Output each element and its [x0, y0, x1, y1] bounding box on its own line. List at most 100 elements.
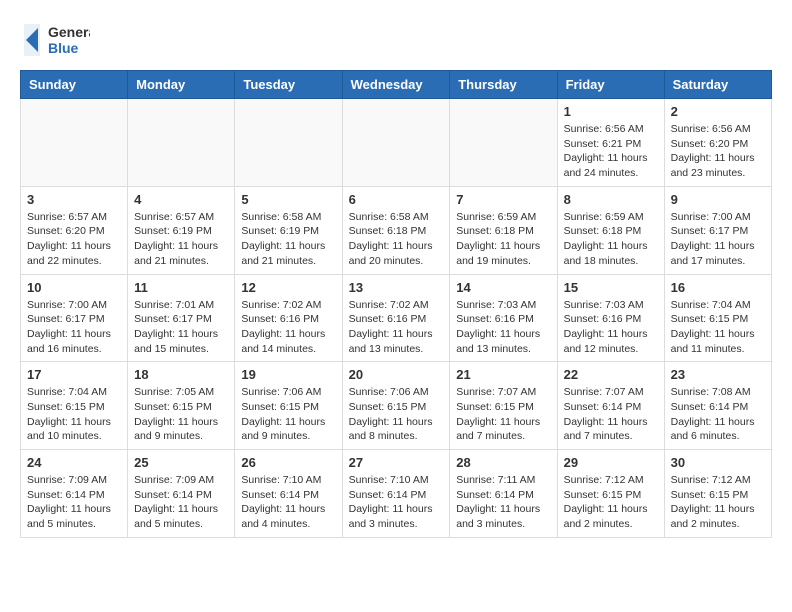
day-info: Sunrise: 7:11 AMSunset: 6:14 PMDaylight:… [456, 473, 550, 532]
calendar-cell: 12 Sunrise: 7:02 AMSunset: 6:16 PMDayligh… [235, 274, 342, 362]
calendar-cell: 13Sunrise: 7:02 AMSunset: 6:16 PMDayligh… [342, 274, 450, 362]
week-row-4: 17 Sunrise: 7:04 AMSunset: 6:15 PMDayligh… [21, 362, 772, 450]
day-info: Sunrise: 6:59 AMSunset: 6:18 PMDaylight:… [456, 210, 550, 269]
col-header-wednesday: Wednesday [342, 71, 450, 99]
calendar-cell: 5Sunrise: 6:58 AMSunset: 6:19 PMDaylight… [235, 186, 342, 274]
calendar-cell: 15Sunrise: 7:03 AMSunset: 6:16 PMDayligh… [557, 274, 664, 362]
day-info: Sunrise: 7:05 AMSunset: 6:15 PMDaylight:… [134, 385, 228, 444]
col-header-thursday: Thursday [450, 71, 557, 99]
day-number: 7 [456, 192, 550, 207]
day-number: 9 [671, 192, 765, 207]
day-info: Sunrise: 7:04 AMSunset: 6:15 PMDaylight:… [27, 385, 121, 444]
day-info: Sunrise: 6:58 AMSunset: 6:18 PMDaylight:… [349, 210, 444, 269]
calendar-cell: 20 Sunrise: 7:06 AMSunset: 6:15 PMDayligh… [342, 362, 450, 450]
day-number: 17 [27, 367, 121, 382]
calendar-header-row: SundayMondayTuesdayWednesdayThursdayFrid… [21, 71, 772, 99]
day-info: Sunrise: 6:56 AMSunset: 6:21 PMDaylight:… [564, 122, 658, 181]
day-info: Sunrise: 7:01 AMSunset: 6:17 PMDaylight:… [134, 298, 228, 357]
day-info: Sunrise: 7:07 AMSunset: 6:14 PMDaylight:… [564, 385, 658, 444]
calendar-cell: 17 Sunrise: 7:04 AMSunset: 6:15 PMDayligh… [21, 362, 128, 450]
day-info: Sunrise: 7:10 AMSunset: 6:14 PMDaylight:… [241, 473, 335, 532]
day-info: Sunrise: 7:06 AMSunset: 6:15 PMDaylight:… [241, 385, 335, 444]
calendar-cell: 19 Sunrise: 7:06 AMSunset: 6:15 PMDayligh… [235, 362, 342, 450]
svg-text:Blue: Blue [48, 40, 79, 56]
calendar-cell: 30 Sunrise: 7:12 AMSunset: 6:15 PMDayligh… [664, 450, 771, 538]
day-info: Sunrise: 7:03 AMSunset: 6:16 PMDaylight:… [456, 298, 550, 357]
day-info: Sunrise: 6:57 AMSunset: 6:19 PMDaylight:… [134, 210, 228, 269]
day-info: Sunrise: 6:56 AMSunset: 6:20 PMDaylight:… [671, 122, 765, 181]
calendar-cell [450, 99, 557, 187]
day-info: Sunrise: 7:00 AMSunset: 6:17 PMDaylight:… [671, 210, 765, 269]
logo-svg: GeneralBlue [20, 20, 90, 60]
calendar-cell: 29 Sunrise: 7:12 AMSunset: 6:15 PMDayligh… [557, 450, 664, 538]
week-row-3: 10 Sunrise: 7:00 AMSunset: 6:17 PMDayligh… [21, 274, 772, 362]
col-header-friday: Friday [557, 71, 664, 99]
day-info: Sunrise: 7:09 AMSunset: 6:14 PMDaylight:… [134, 473, 228, 532]
day-number: 1 [564, 104, 658, 119]
calendar-cell [21, 99, 128, 187]
calendar-cell [342, 99, 450, 187]
day-info: Sunrise: 7:04 AMSunset: 6:15 PMDaylight:… [671, 298, 765, 357]
calendar-cell: 8Sunrise: 6:59 AMSunset: 6:18 PMDaylight… [557, 186, 664, 274]
day-number: 27 [349, 455, 444, 470]
day-info: Sunrise: 7:09 AMSunset: 6:14 PMDaylight:… [27, 473, 121, 532]
day-number: 22 [564, 367, 658, 382]
day-info: Sunrise: 7:02 AMSunset: 6:16 PMDaylight:… [241, 298, 335, 357]
day-number: 16 [671, 280, 765, 295]
logo: GeneralBlue [20, 20, 90, 60]
calendar-cell: 22 Sunrise: 7:07 AMSunset: 6:14 PMDayligh… [557, 362, 664, 450]
col-header-monday: Monday [128, 71, 235, 99]
day-info: Sunrise: 7:08 AMSunset: 6:14 PMDaylight:… [671, 385, 765, 444]
calendar-table: SundayMondayTuesdayWednesdayThursdayFrid… [20, 70, 772, 538]
calendar-cell: 6 Sunrise: 6:58 AMSunset: 6:18 PMDaylight… [342, 186, 450, 274]
calendar-cell: 10 Sunrise: 7:00 AMSunset: 6:17 PMDayligh… [21, 274, 128, 362]
day-number: 30 [671, 455, 765, 470]
week-row-1: 1 Sunrise: 6:56 AMSunset: 6:21 PMDaylight… [21, 99, 772, 187]
day-info: Sunrise: 7:10 AMSunset: 6:14 PMDaylight:… [349, 473, 444, 532]
calendar-cell: 1 Sunrise: 6:56 AMSunset: 6:21 PMDaylight… [557, 99, 664, 187]
day-number: 24 [27, 455, 121, 470]
col-header-sunday: Sunday [21, 71, 128, 99]
calendar-cell: 3 Sunrise: 6:57 AMSunset: 6:20 PMDaylight… [21, 186, 128, 274]
calendar-cell [235, 99, 342, 187]
day-number: 21 [456, 367, 550, 382]
calendar-cell: 2 Sunrise: 6:56 AMSunset: 6:20 PMDaylight… [664, 99, 771, 187]
calendar-cell: 16 Sunrise: 7:04 AMSunset: 6:15 PMDayligh… [664, 274, 771, 362]
day-number: 25 [134, 455, 228, 470]
day-number: 23 [671, 367, 765, 382]
day-number: 10 [27, 280, 121, 295]
calendar-cell: 7 Sunrise: 6:59 AMSunset: 6:18 PMDaylight… [450, 186, 557, 274]
day-number: 13 [349, 280, 444, 295]
day-number: 6 [349, 192, 444, 207]
day-info: Sunrise: 7:12 AMSunset: 6:15 PMDaylight:… [564, 473, 658, 532]
calendar-cell: 27 Sunrise: 7:10 AMSunset: 6:14 PMDayligh… [342, 450, 450, 538]
day-number: 4 [134, 192, 228, 207]
calendar-cell: 14 Sunrise: 7:03 AMSunset: 6:16 PMDayligh… [450, 274, 557, 362]
day-number: 19 [241, 367, 335, 382]
day-number: 28 [456, 455, 550, 470]
week-row-5: 24 Sunrise: 7:09 AMSunset: 6:14 PMDayligh… [21, 450, 772, 538]
day-info: Sunrise: 7:00 AMSunset: 6:17 PMDaylight:… [27, 298, 121, 357]
col-header-saturday: Saturday [664, 71, 771, 99]
day-info: Sunrise: 7:12 AMSunset: 6:15 PMDaylight:… [671, 473, 765, 532]
day-info: Sunrise: 6:57 AMSunset: 6:20 PMDaylight:… [27, 210, 121, 269]
day-number: 2 [671, 104, 765, 119]
day-info: Sunrise: 7:07 AMSunset: 6:15 PMDaylight:… [456, 385, 550, 444]
day-number: 14 [456, 280, 550, 295]
calendar-cell: 18Sunrise: 7:05 AMSunset: 6:15 PMDayligh… [128, 362, 235, 450]
calendar-cell: 28 Sunrise: 7:11 AMSunset: 6:14 PMDayligh… [450, 450, 557, 538]
calendar-cell: 4 Sunrise: 6:57 AMSunset: 6:19 PMDaylight… [128, 186, 235, 274]
day-info: Sunrise: 6:58 AMSunset: 6:19 PMDaylight:… [241, 210, 335, 269]
day-number: 29 [564, 455, 658, 470]
calendar-cell: 9 Sunrise: 7:00 AMSunset: 6:17 PMDaylight… [664, 186, 771, 274]
day-number: 3 [27, 192, 121, 207]
day-number: 12 [241, 280, 335, 295]
day-info: Sunrise: 7:03 AMSunset: 6:16 PMDaylight:… [564, 298, 658, 357]
calendar-cell: 21 Sunrise: 7:07 AMSunset: 6:15 PMDayligh… [450, 362, 557, 450]
day-info: Sunrise: 6:59 AMSunset: 6:18 PMDaylight:… [564, 210, 658, 269]
day-number: 20 [349, 367, 444, 382]
day-info: Sunrise: 7:06 AMSunset: 6:15 PMDaylight:… [349, 385, 444, 444]
calendar-cell: 11Sunrise: 7:01 AMSunset: 6:17 PMDayligh… [128, 274, 235, 362]
calendar-cell: 23 Sunrise: 7:08 AMSunset: 6:14 PMDayligh… [664, 362, 771, 450]
day-number: 26 [241, 455, 335, 470]
